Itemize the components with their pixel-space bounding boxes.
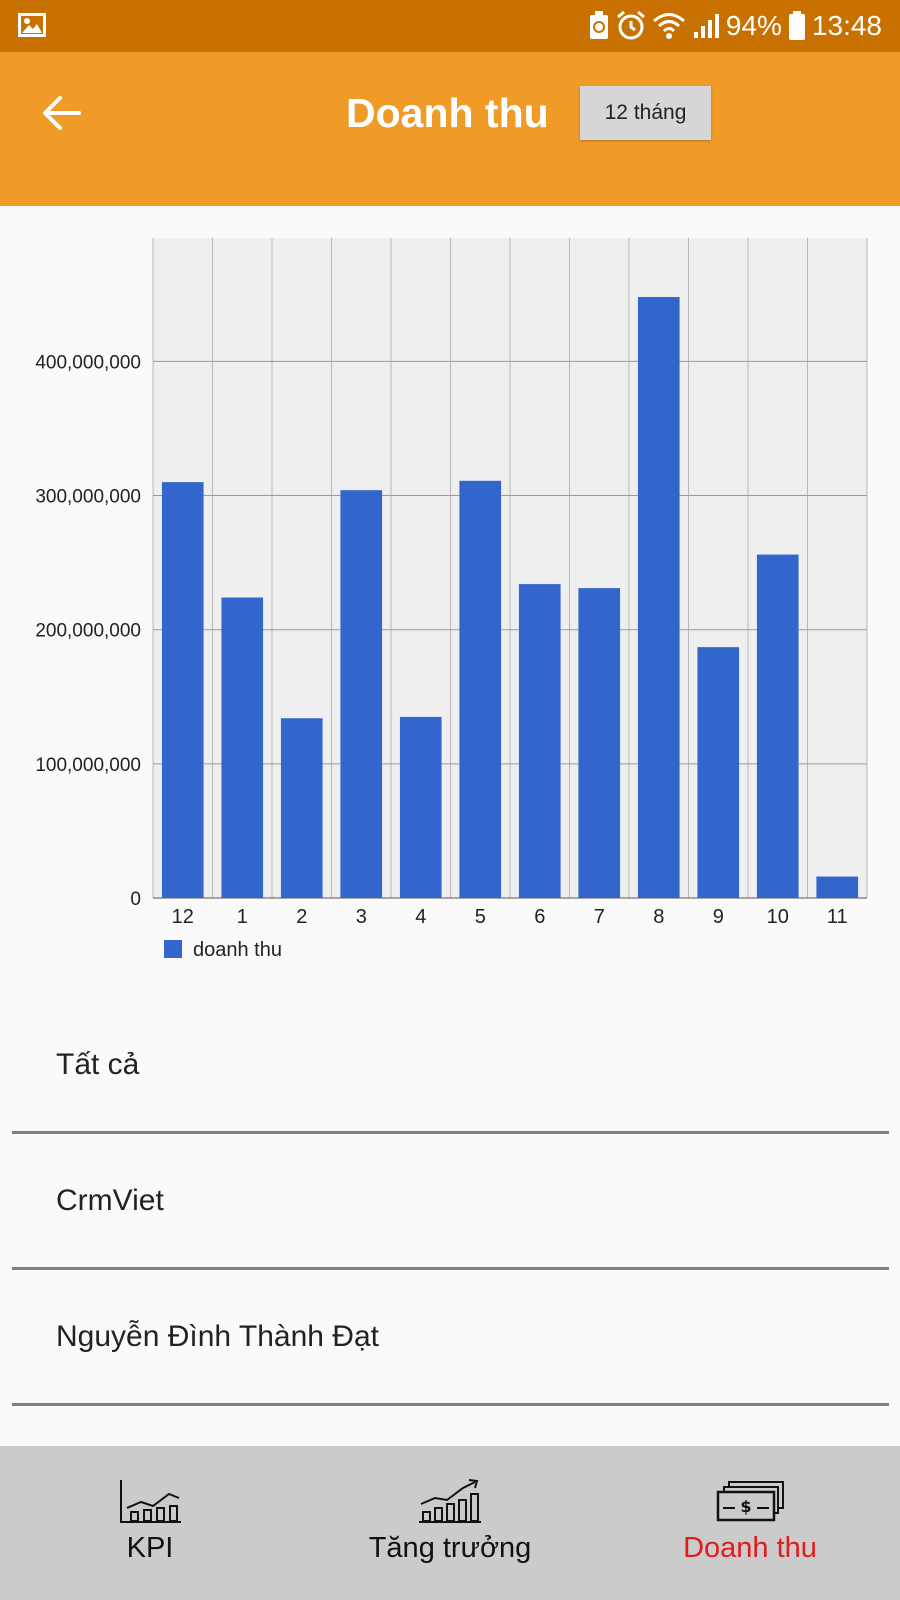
x-tick-label: 9: [713, 906, 724, 928]
x-tick-label: 7: [594, 906, 605, 928]
bar: [578, 588, 621, 898]
revenue-chart-svg: 0 100,000,000 200,000,000 300,000,000 400,00…: [35, 238, 868, 961]
bottom-navigation: KPI Tăng trưởng $ Doanh thu: [0, 1446, 900, 1600]
list-item-label: Tất cả: [56, 1048, 140, 1081]
status-bar: 94% 13:48: [0, 0, 900, 52]
nav-item-kpi[interactable]: KPI: [0, 1446, 300, 1600]
list-item-crmviet[interactable]: CrmViet: [12, 1136, 889, 1270]
bar: [697, 647, 740, 898]
nav-label: Tăng trưởng: [368, 1532, 532, 1564]
bar: [340, 490, 383, 898]
signal-icon: [693, 14, 719, 38]
bar: [756, 554, 799, 898]
kpi-chart-icon: [120, 1480, 181, 1523]
gallery-icon: [18, 13, 46, 37]
back-button[interactable]: [36, 88, 86, 138]
x-tick-label: 8: [653, 906, 664, 928]
bar: [816, 876, 859, 898]
wifi-icon: [652, 13, 685, 39]
bar: [399, 716, 442, 898]
x-tick-label: 2: [296, 906, 307, 928]
battery-icon: [788, 11, 805, 40]
legend-label: doanh thu: [193, 939, 282, 961]
battery-saver-icon: [589, 11, 608, 39]
bar: [161, 482, 204, 898]
clock: 13:48: [811, 10, 882, 41]
x-tick-label: 11: [827, 906, 848, 928]
y-tick-label: 400,000,000: [35, 352, 141, 373]
bar: [221, 597, 264, 898]
growth-chart-icon: [419, 1479, 481, 1523]
bar: [637, 297, 680, 898]
nav-item-revenue[interactable]: $ Doanh thu: [600, 1446, 900, 1600]
period-select-button[interactable]: 12 tháng: [580, 86, 711, 140]
alarm-icon: [616, 11, 645, 40]
money-icon: $: [716, 1481, 784, 1522]
list-item-all[interactable]: Tất cả: [12, 1000, 889, 1134]
list-item-label: CrmViet: [56, 1184, 164, 1217]
list-item-user[interactable]: Nguyễn Đình Thành Đạt: [12, 1272, 889, 1406]
list-item-label: Nguyễn Đình Thành Đạt: [56, 1320, 379, 1353]
x-tick-label: 4: [415, 906, 426, 928]
legend-swatch: [164, 940, 182, 958]
bar: [280, 718, 323, 898]
bar: [459, 480, 502, 898]
arrow-left-icon: [43, 96, 81, 130]
x-tick-label: 12: [172, 906, 194, 928]
svg-text:$: $: [740, 1497, 751, 1516]
x-tick-label: 6: [534, 906, 545, 928]
y-tick-label: 0: [130, 889, 141, 910]
revenue-chart: 0 100,000,000 200,000,000 300,000,000 400,00…: [0, 220, 900, 970]
y-tick-label: 200,000,000: [35, 621, 141, 642]
app-bar: Doanh thu 12 tháng: [0, 52, 900, 206]
page-title: Doanh thu: [346, 90, 549, 136]
nav-item-growth[interactable]: Tăng trưởng: [300, 1446, 600, 1600]
x-tick-label: 10: [767, 906, 789, 928]
x-tick-label: 3: [356, 906, 367, 928]
x-tick-label: 1: [237, 906, 248, 928]
y-tick-label: 100,000,000: [35, 755, 141, 776]
x-tick-label: 5: [475, 906, 486, 928]
nav-label: Doanh thu: [683, 1532, 817, 1564]
bar: [518, 584, 561, 898]
nav-label: KPI: [126, 1532, 174, 1564]
y-tick-label: 300,000,000: [35, 487, 141, 508]
battery-percent: 94%: [725, 10, 782, 41]
